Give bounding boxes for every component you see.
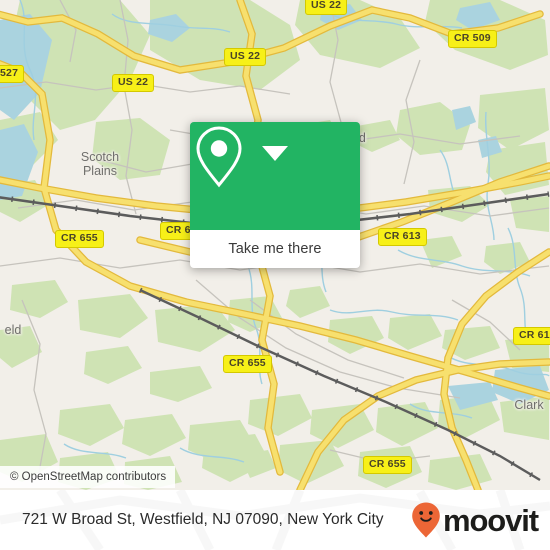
road-shield: CR 509 — [448, 30, 497, 48]
address-text: 721 W Broad St, Westfield, NJ 07090, New… — [22, 511, 384, 528]
popup-tail — [262, 146, 288, 161]
map-pin-icon — [196, 126, 242, 188]
osm-attribution[interactable]: © OpenStreetMap contributors — [0, 466, 176, 488]
road-shield: 527 — [0, 65, 25, 83]
place-label-scotch-plains: Scotch Plains — [80, 150, 120, 178]
road-shield: CR 613 — [513, 327, 550, 345]
road-shield: US 22 — [224, 48, 267, 66]
road-shield: US 22 — [305, 0, 348, 15]
road-shield: CR 655 — [223, 355, 272, 373]
place-label-clark: Clark — [514, 398, 544, 412]
moovit-logo[interactable]: moovit — [411, 501, 539, 539]
location-popup[interactable]: Take me there — [190, 122, 360, 268]
moovit-smiling-pin-icon — [412, 502, 440, 538]
road-shield: CR 655 — [363, 456, 412, 474]
road-shield: CR 655 — [55, 230, 104, 248]
popup-pin-area — [190, 122, 360, 230]
place-label-field-clipped: eld — [4, 323, 22, 337]
screenshot-root: US 22 CR 509 US 22 US 22 527 CR 655 CR 6… — [0, 0, 550, 550]
road-shield: US 22 — [112, 74, 155, 92]
road-shield: CR 613 — [378, 228, 427, 246]
take-me-there-button[interactable]: Take me there — [190, 230, 360, 268]
moovit-wordmark: moovit — [442, 502, 539, 538]
map-canvas[interactable]: US 22 CR 509 US 22 US 22 527 CR 655 CR 6… — [0, 0, 550, 490]
footer-bar: 721 W Broad St, Westfield, NJ 07090, New… — [0, 490, 550, 550]
